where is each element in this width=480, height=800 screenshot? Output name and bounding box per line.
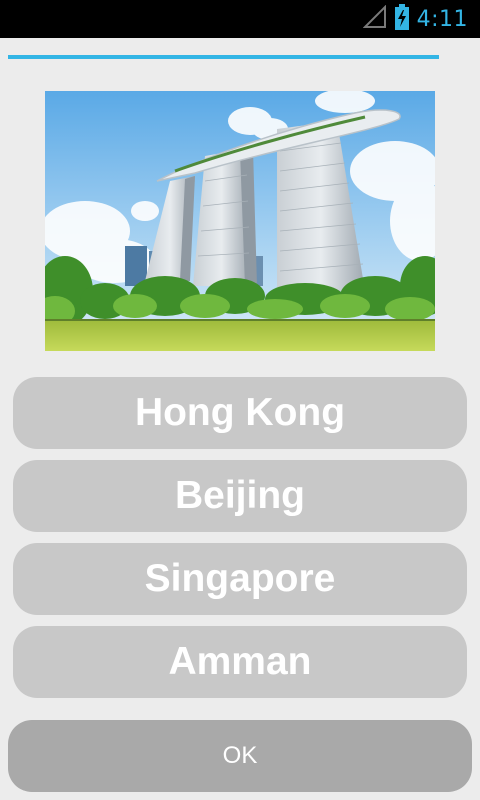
quiz-progress-bar [8, 55, 439, 59]
status-icons: 4:11 [362, 0, 468, 38]
answer-option-4[interactable]: Amman [13, 626, 467, 698]
question-photo [45, 91, 435, 351]
battery-charging-icon [394, 3, 409, 35]
quiz-progress-fill [8, 55, 439, 59]
signal-icon [362, 4, 387, 34]
answer-option-3[interactable]: Singapore [13, 543, 467, 615]
answer-option-1[interactable]: Hong Kong [13, 377, 467, 449]
marina-bay-sands-illustration [45, 91, 435, 351]
ok-button[interactable]: OK [8, 720, 472, 792]
answer-option-2[interactable]: Beijing [13, 460, 467, 532]
status-clock: 4:11 [416, 6, 468, 32]
status-bar: 4:11 [0, 0, 480, 38]
